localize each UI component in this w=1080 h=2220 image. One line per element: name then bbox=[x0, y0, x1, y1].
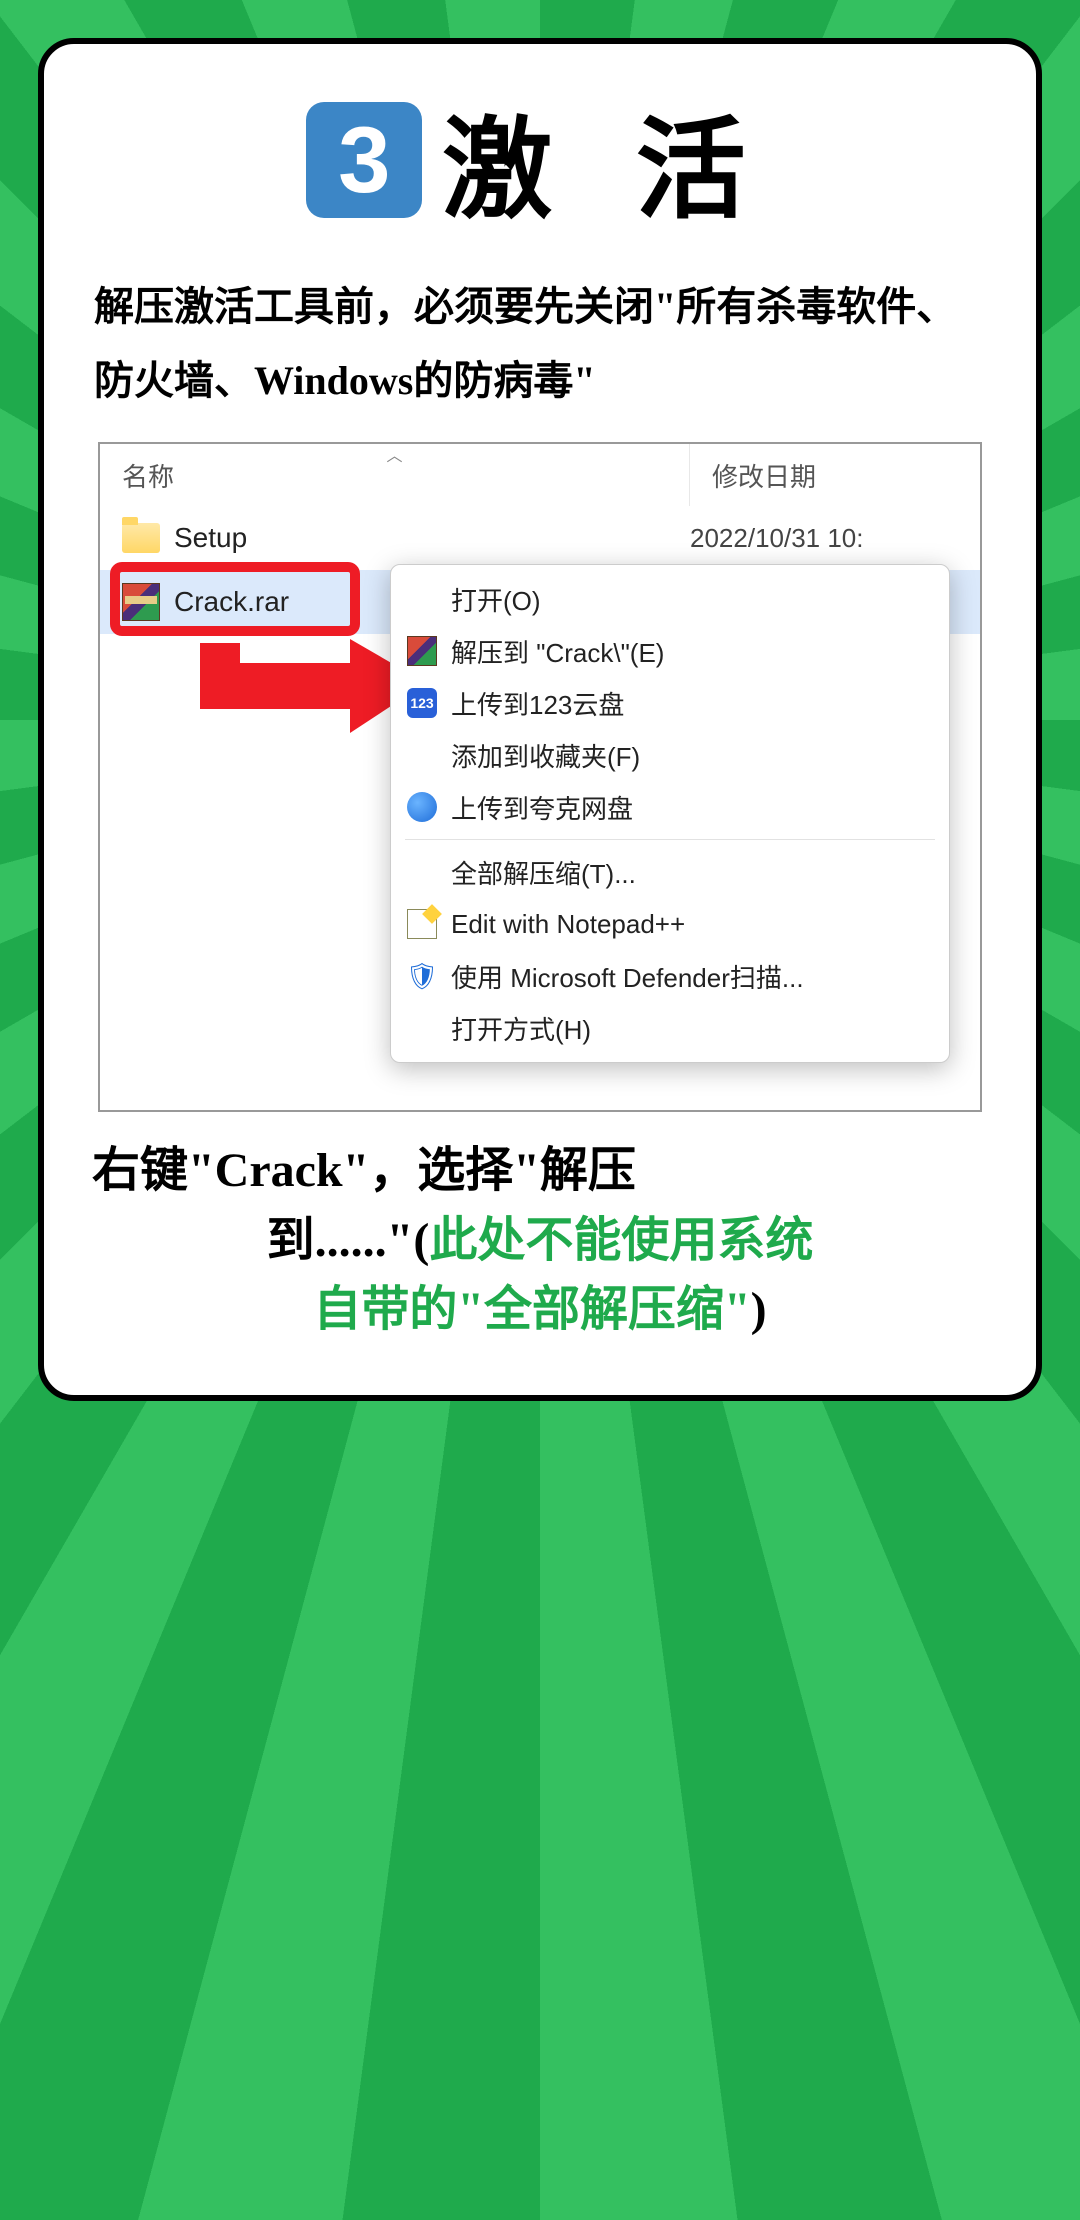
quark-cloud-icon bbox=[407, 792, 437, 822]
menu-label: 解压到 "Crack\"(E) bbox=[451, 633, 664, 670]
winrar-icon bbox=[407, 636, 437, 666]
file-row-setup[interactable]: Setup 2022/10/31 10: bbox=[100, 506, 980, 570]
menu-label: 添加到收藏夹(F) bbox=[451, 737, 640, 774]
file-explorer: ︿ 名称 修改日期 Setup 2022/10/31 10: Crack.rar… bbox=[98, 442, 982, 1112]
menu-label: 使用 Microsoft Defender扫描... bbox=[451, 958, 804, 995]
column-header-date[interactable]: 修改日期 bbox=[690, 444, 980, 506]
menu-item-extract-to[interactable]: 解压到 "Crack\"(E) bbox=[391, 625, 949, 677]
defender-shield-icon: 🛡 bbox=[407, 961, 437, 991]
context-menu: 打开(O) 解压到 "Crack\"(E) 123 上传到123云盘 添加到收藏… bbox=[390, 564, 950, 1063]
footer-part: 到......"( bbox=[267, 1214, 430, 1267]
explorer-header: ︿ 名称 修改日期 bbox=[100, 444, 980, 506]
menu-item-upload-quark[interactable]: 上传到夸克网盘 bbox=[391, 781, 949, 833]
cloud-123-icon: 123 bbox=[407, 688, 437, 718]
folder-icon bbox=[122, 523, 160, 553]
menu-item-notepadpp[interactable]: Edit with Notepad++ bbox=[391, 898, 949, 950]
footer-green: 自带的"全部解压缩" bbox=[313, 1283, 750, 1336]
footer-part: ) bbox=[751, 1283, 767, 1336]
file-name: Setup bbox=[174, 522, 247, 554]
menu-separator bbox=[405, 839, 935, 840]
menu-item-upload-123[interactable]: 123 上传到123云盘 bbox=[391, 677, 949, 729]
menu-label: 上传到夸克网盘 bbox=[451, 789, 633, 826]
footer-green: 此处不能使用系统 bbox=[429, 1214, 813, 1267]
footer-part: 右键"Crack"，选择"解压 bbox=[92, 1144, 636, 1197]
column-header-name[interactable]: ︿ 名称 bbox=[100, 444, 690, 506]
menu-item-defender[interactable]: 🛡 使用 Microsoft Defender扫描... bbox=[391, 950, 949, 1002]
file-date: 2022/10/31 10: bbox=[690, 523, 864, 554]
column-name-label: 名称 bbox=[122, 457, 174, 494]
step-badge: 3 bbox=[306, 102, 422, 218]
page-title: 激 活 bbox=[442, 80, 774, 240]
highlight-annotation bbox=[110, 562, 360, 636]
menu-item-open[interactable]: 打开(O) bbox=[391, 573, 949, 625]
notepadpp-icon bbox=[407, 909, 437, 939]
menu-label: 全部解压缩(T)... bbox=[451, 854, 636, 891]
content-panel: 3 激 活 解压激活工具前，必须要先关闭"所有杀毒软件、防火墙、Windows的… bbox=[38, 38, 1042, 1401]
instruction-text: 解压激活工具前，必须要先关闭"所有杀毒软件、防火墙、Windows的防病毒" bbox=[88, 270, 992, 418]
menu-label: Edit with Notepad++ bbox=[451, 909, 685, 940]
sort-indicator-icon: ︿ bbox=[386, 442, 402, 466]
column-date-label: 修改日期 bbox=[712, 457, 816, 494]
menu-item-extract-all[interactable]: 全部解压缩(T)... bbox=[391, 846, 949, 898]
menu-label: 打开(O) bbox=[451, 581, 541, 618]
footer-instruction: 右键"Crack"，选择"解压 到......"(此处不能使用系统 自带的"全部… bbox=[88, 1136, 992, 1345]
menu-item-open-with[interactable]: 打开方式(H) bbox=[391, 1002, 949, 1054]
title-row: 3 激 活 bbox=[88, 80, 992, 240]
menu-label: 打开方式(H) bbox=[451, 1010, 591, 1047]
menu-label: 上传到123云盘 bbox=[451, 685, 624, 722]
menu-item-favorite[interactable]: 添加到收藏夹(F) bbox=[391, 729, 949, 781]
